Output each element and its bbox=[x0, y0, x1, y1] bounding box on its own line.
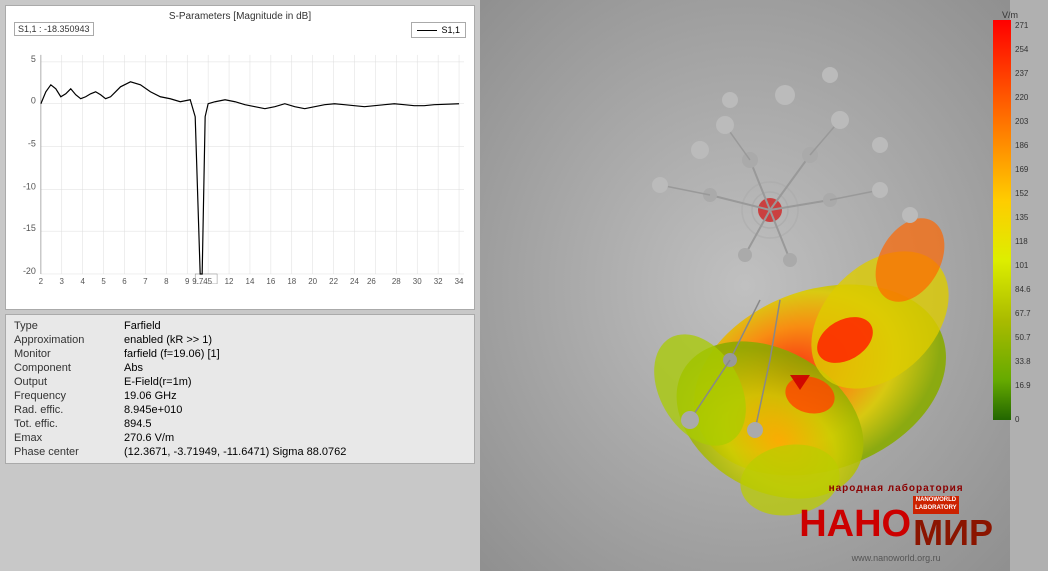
info-row: Monitorfarfield (f=19.06) [1] bbox=[14, 347, 466, 361]
chart-title: S-Parameters [Magnitude in dB] bbox=[11, 11, 469, 22]
svg-text:7: 7 bbox=[143, 277, 148, 284]
info-row: ComponentAbs bbox=[14, 361, 466, 375]
svg-text:5: 5 bbox=[31, 54, 36, 64]
svg-text:67.7: 67.7 bbox=[1015, 309, 1031, 318]
info-value: 8.945e+010 bbox=[124, 404, 182, 416]
svg-text:237: 237 bbox=[1015, 69, 1029, 78]
svg-text:12: 12 bbox=[225, 277, 234, 284]
info-label: Output bbox=[14, 376, 124, 388]
chart-svg: 5 0 -5 -10 -15 -20 bbox=[11, 24, 469, 284]
info-value: 19.06 GHz bbox=[124, 390, 177, 402]
svg-text:84.6: 84.6 bbox=[1015, 285, 1031, 294]
scale-bar-svg: 271 254 237 220 203 186 169 152 135 118 … bbox=[993, 20, 1043, 440]
svg-text:34: 34 bbox=[455, 277, 464, 284]
logo-url: www.nanoworld.org.ru bbox=[799, 553, 993, 563]
svg-text:220: 220 bbox=[1015, 93, 1029, 102]
svg-text:20: 20 bbox=[308, 277, 317, 284]
info-label: Monitor bbox=[14, 348, 124, 360]
svg-text:5: 5 bbox=[101, 277, 106, 284]
info-label: Component bbox=[14, 362, 124, 374]
color-scale: V/m 271 bbox=[993, 10, 1043, 450]
info-value: (12.3671, -3.71949, -11.6471) Sigma 88.0… bbox=[124, 446, 346, 458]
info-row: Emax270.6 V/m bbox=[14, 431, 466, 445]
svg-text:-5: -5 bbox=[28, 139, 36, 149]
logo-top: народная лаборатория bbox=[799, 483, 993, 494]
info-row: TypeFarfield bbox=[14, 319, 466, 333]
info-row: Tot. effic.894.5 bbox=[14, 417, 466, 431]
svg-text:186: 186 bbox=[1015, 141, 1029, 150]
legend-line bbox=[417, 30, 437, 31]
svg-text:2: 2 bbox=[39, 277, 44, 284]
svg-text:4: 4 bbox=[80, 277, 85, 284]
svg-text:28: 28 bbox=[392, 277, 401, 284]
info-row: Rad. effic.8.945e+010 bbox=[14, 403, 466, 417]
svg-text:32: 32 bbox=[434, 277, 443, 284]
info-row: Frequency19.06 GHz bbox=[14, 389, 466, 403]
svg-text:6: 6 bbox=[122, 277, 127, 284]
svg-text:271: 271 bbox=[1015, 21, 1029, 30]
svg-text:-15: -15 bbox=[23, 223, 36, 233]
info-value: E-Field(r=1m) bbox=[124, 376, 192, 388]
info-label: Rad. effic. bbox=[14, 404, 124, 416]
svg-text:0: 0 bbox=[31, 96, 36, 106]
info-table: TypeFarfieldApproximationenabled (kR >> … bbox=[5, 314, 475, 464]
svg-text:16: 16 bbox=[266, 277, 275, 284]
logo-inline: НАНО NANOWORLD LABORATORY МИР bbox=[799, 496, 993, 551]
chart-legend: S1,1 bbox=[411, 22, 466, 38]
info-value: Abs bbox=[124, 362, 143, 374]
svg-text:33.8: 33.8 bbox=[1015, 357, 1031, 366]
svg-text:22: 22 bbox=[329, 277, 338, 284]
svg-text:169: 169 bbox=[1015, 165, 1029, 174]
info-value: Farfield bbox=[124, 320, 161, 332]
info-row: Phase center(12.3671, -3.71949, -11.6471… bbox=[14, 445, 466, 459]
chart-svg-wrapper: 5 0 -5 -10 -15 -20 bbox=[11, 24, 469, 284]
info-label: Emax bbox=[14, 432, 124, 444]
info-label: Phase center bbox=[14, 446, 124, 458]
chart-area: S-Parameters [Magnitude in dB] S1,1 : -1… bbox=[5, 5, 475, 310]
logo-mir: МИР bbox=[913, 515, 993, 551]
svg-text:254: 254 bbox=[1015, 45, 1029, 54]
info-value: farfield (f=19.06) [1] bbox=[124, 348, 220, 360]
svg-text:3: 3 bbox=[60, 277, 65, 284]
chart-label: S1,1 : -18.350943 bbox=[14, 22, 94, 36]
svg-text:-10: -10 bbox=[23, 181, 36, 191]
svg-text:16.9: 16.9 bbox=[1015, 381, 1031, 390]
info-row: OutputE-Field(r=1m) bbox=[14, 375, 466, 389]
right-panel: V/m 271 bbox=[480, 0, 1048, 571]
svg-text:26: 26 bbox=[367, 277, 376, 284]
info-label: Frequency bbox=[14, 390, 124, 402]
logo-area: народная лаборатория НАНО NANOWORLD LABO… bbox=[799, 483, 993, 563]
info-value: 894.5 bbox=[124, 418, 152, 430]
main-container: S-Parameters [Magnitude in dB] S1,1 : -1… bbox=[0, 0, 1048, 571]
svg-text:135: 135 bbox=[1015, 213, 1029, 222]
info-label: Approximation bbox=[14, 334, 124, 346]
svg-text:14: 14 bbox=[246, 277, 255, 284]
svg-text:8: 8 bbox=[164, 277, 169, 284]
info-row: Approximationenabled (kR >> 1) bbox=[14, 333, 466, 347]
left-panel: S-Parameters [Magnitude in dB] S1,1 : -1… bbox=[0, 0, 480, 571]
info-value: 270.6 V/m bbox=[124, 432, 174, 444]
info-label: Tot. effic. bbox=[14, 418, 124, 430]
info-label: Type bbox=[14, 320, 124, 332]
logo-nano: НАНО bbox=[799, 505, 911, 543]
svg-text:118: 118 bbox=[1015, 237, 1028, 246]
svg-text:18: 18 bbox=[287, 277, 296, 284]
svg-text:30: 30 bbox=[413, 277, 422, 284]
svg-text:0: 0 bbox=[1015, 415, 1020, 424]
legend-text: S1,1 bbox=[441, 25, 460, 35]
scale-unit: V/m bbox=[1002, 10, 1018, 20]
svg-text:152: 152 bbox=[1015, 189, 1029, 198]
svg-text:50.7: 50.7 bbox=[1015, 333, 1031, 342]
svg-text:9: 9 bbox=[185, 277, 190, 284]
svg-text:101: 101 bbox=[1015, 261, 1029, 270]
svg-text:203: 203 bbox=[1015, 117, 1029, 126]
svg-text:24: 24 bbox=[350, 277, 359, 284]
svg-text:-20: -20 bbox=[23, 266, 36, 276]
info-value: enabled (kR >> 1) bbox=[124, 334, 212, 346]
